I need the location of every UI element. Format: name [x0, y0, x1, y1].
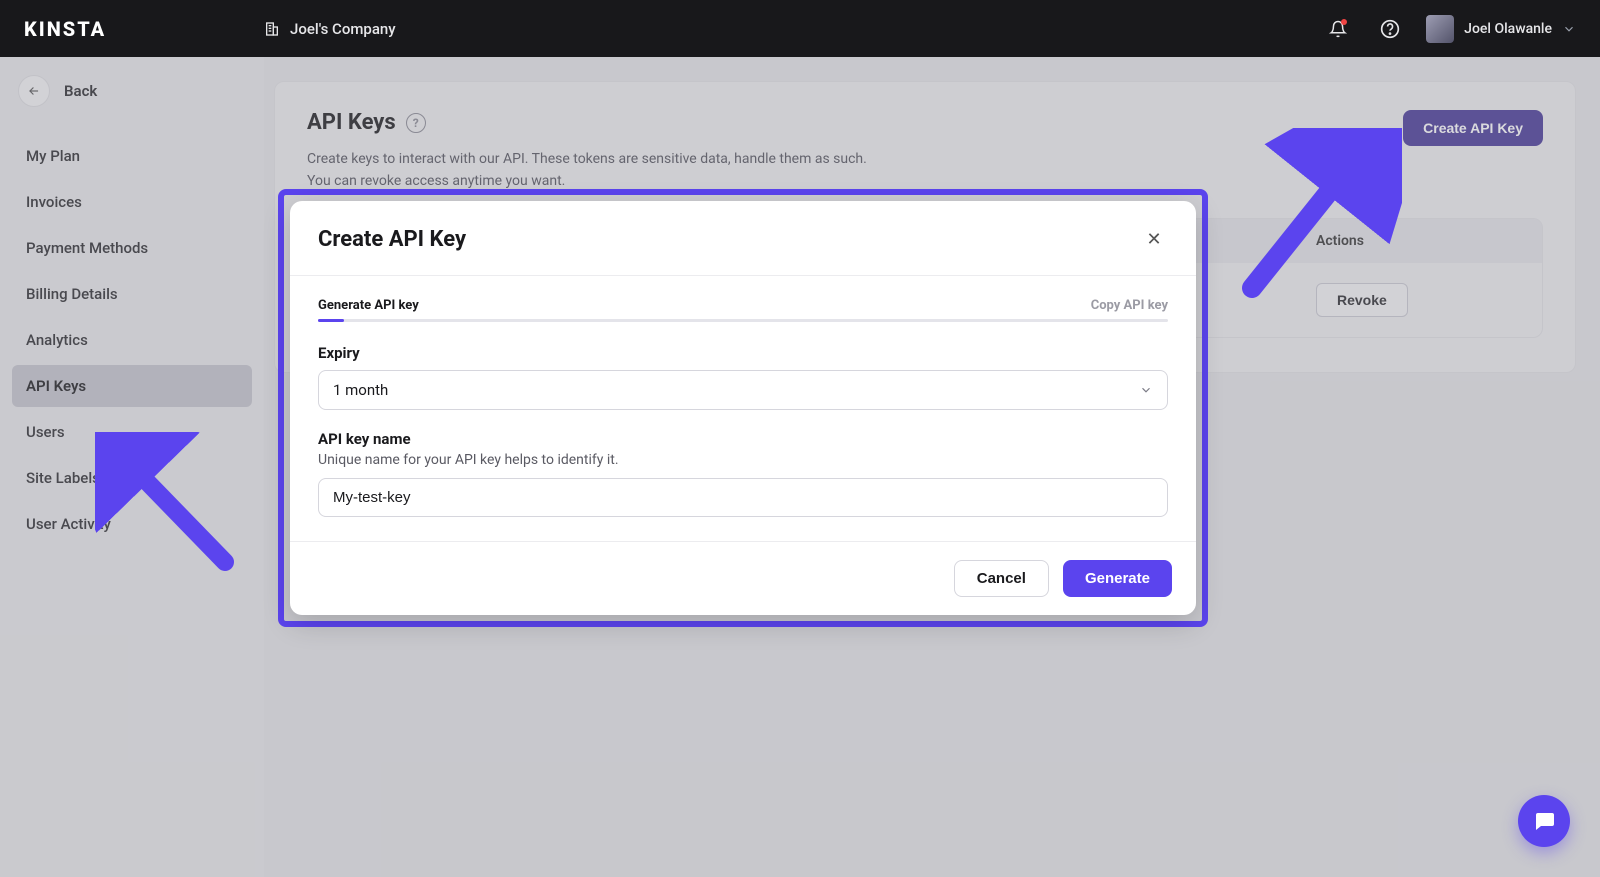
sidebar-item-invoices[interactable]: Invoices: [12, 181, 252, 223]
create-api-key-button[interactable]: Create API Key: [1403, 110, 1543, 146]
sidebar-nav: My Plan Invoices Payment Methods Billing…: [12, 135, 252, 545]
page-title: API Keys: [307, 110, 396, 135]
modal-highlight-frame: Create API Key ✕ Generate API key Copy A…: [278, 189, 1208, 627]
sidebar: Back My Plan Invoices Payment Methods Bi…: [0, 57, 264, 877]
name-label: API key name: [318, 430, 1168, 448]
brand-logo: KINSTA: [24, 17, 264, 41]
user-name: Joel Olawanle: [1464, 21, 1552, 37]
step-progress: [318, 319, 1168, 322]
create-api-key-modal: Create API Key ✕ Generate API key Copy A…: [290, 201, 1196, 615]
generate-button[interactable]: Generate: [1063, 560, 1172, 597]
page-description: Create keys to interact with our API. Th…: [307, 149, 867, 192]
sidebar-item-site-labels[interactable]: Site Labels: [12, 457, 252, 499]
sidebar-item-analytics[interactable]: Analytics: [12, 319, 252, 361]
back-button[interactable]: [18, 75, 50, 107]
expiry-value: 1 month: [333, 381, 388, 399]
expiry-label: Expiry: [318, 344, 1168, 362]
user-menu[interactable]: Joel Olawanle: [1426, 15, 1576, 43]
topbar: KINSTA Joel's Company Joel Olawanle: [0, 0, 1600, 57]
api-key-name-input[interactable]: [318, 478, 1168, 517]
sidebar-item-billing-details[interactable]: Billing Details: [12, 273, 252, 315]
expiry-select[interactable]: 1 month: [318, 370, 1168, 410]
col-actions: Actions: [1316, 233, 1516, 249]
close-icon[interactable]: ✕: [1140, 225, 1168, 253]
company-selector[interactable]: Joel's Company: [264, 20, 396, 38]
sidebar-item-user-activity[interactable]: User Activity: [12, 503, 252, 545]
company-name: Joel's Company: [290, 20, 396, 38]
step-generate-label: Generate API key: [318, 298, 419, 313]
name-help: Unique name for your API key helps to id…: [318, 452, 1168, 468]
building-icon: [264, 21, 280, 37]
chat-launcher[interactable]: [1518, 795, 1570, 847]
step-copy-label: Copy API key: [1091, 298, 1168, 313]
chevron-down-icon: [1139, 383, 1153, 397]
revoke-button[interactable]: Revoke: [1316, 283, 1408, 317]
notifications-icon[interactable]: [1322, 13, 1354, 45]
back-label: Back: [64, 82, 97, 100]
help-icon[interactable]: [1374, 13, 1406, 45]
chevron-down-icon: [1562, 22, 1576, 36]
modal-title: Create API Key: [318, 227, 466, 252]
sidebar-item-api-keys[interactable]: API Keys: [12, 365, 252, 407]
sidebar-item-my-plan[interactable]: My Plan: [12, 135, 252, 177]
chat-icon: [1532, 809, 1556, 833]
cancel-button[interactable]: Cancel: [954, 560, 1049, 597]
sidebar-item-payment-methods[interactable]: Payment Methods: [12, 227, 252, 269]
title-help-icon[interactable]: ?: [406, 113, 426, 133]
avatar: [1426, 15, 1454, 43]
sidebar-item-users[interactable]: Users: [12, 411, 252, 453]
